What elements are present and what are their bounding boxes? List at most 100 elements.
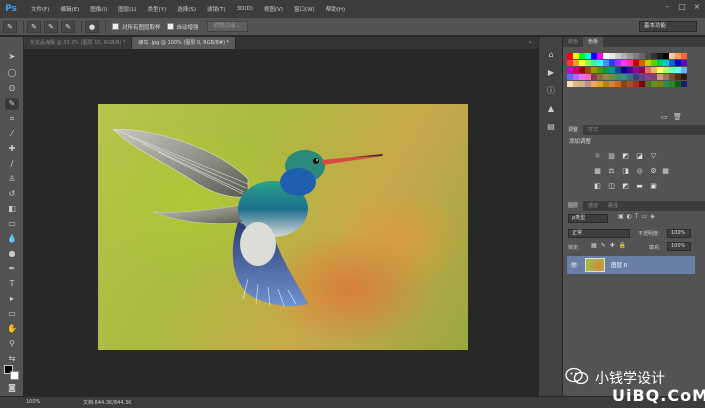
healing-brush-tool-icon[interactable]: ✚ <box>5 143 19 155</box>
zoom-tool-icon[interactable]: ⚲ <box>5 338 19 350</box>
pen-tool-icon[interactable]: ✒ <box>5 263 19 275</box>
canvas-area[interactable] <box>24 49 538 396</box>
gradient-tool-icon[interactable]: ▭ <box>5 218 19 230</box>
sample-all-layers-checkbox[interactable] <box>112 23 119 30</box>
history-brush-tool-icon[interactable]: ↺ <box>5 188 19 200</box>
color-swatch[interactable] <box>681 53 687 59</box>
refine-edge-button[interactable]: 调整边缘... <box>206 21 248 32</box>
gradient-map-icon[interactable]: ▬ <box>635 182 644 191</box>
marquee-tool-icon[interactable]: ◯ <box>5 67 19 79</box>
curves-icon[interactable]: ◩ <box>621 152 630 161</box>
add-selection-icon[interactable]: ✎ <box>44 20 58 33</box>
swap-colors-icon[interactable]: ⇆ <box>5 353 19 365</box>
selective-color-icon[interactable]: ▣ <box>649 182 658 191</box>
move-tool-icon[interactable]: ➤ <box>5 51 19 63</box>
vibrance-icon[interactable]: ▽ <box>649 152 658 161</box>
new-selection-icon[interactable]: ✎ <box>27 20 41 33</box>
tab-styles[interactable]: 样式 <box>583 125 603 135</box>
color-swatch[interactable] <box>681 67 687 73</box>
color-swatch[interactable] <box>681 81 687 87</box>
tools-panel: ➤ ◯ ʘ ✎ ⌗ ⁄ ✚ ∕ ♙ ↺ ◧ ▭ 💧 ● ✒ T ▸ ▭ ✋ ⚲ … <box>0 37 24 396</box>
blend-mode-select[interactable]: 正常 <box>568 229 630 238</box>
eyedropper-tool-icon[interactable]: ⁄ <box>5 128 19 140</box>
quick-selection-tool-icon[interactable]: ✎ <box>5 98 19 110</box>
color-balance-icon[interactable]: ⚖ <box>607 167 616 176</box>
type-tool-icon[interactable]: T <box>5 278 19 290</box>
lock-icons[interactable]: ▦✎✚🔒 <box>591 242 630 249</box>
close-button[interactable]: × <box>692 2 702 12</box>
crop-tool-icon[interactable]: ⌗ <box>5 113 19 125</box>
opacity-input[interactable]: 100% <box>667 229 691 238</box>
menu-file[interactable]: 文件(F) <box>31 5 49 13</box>
black-white-icon[interactable]: ◨ <box>621 167 630 176</box>
channel-mixer-icon[interactable]: ⚙ <box>649 167 658 176</box>
menu-layer[interactable]: 图层(L) <box>118 5 136 13</box>
tab-adjustments[interactable]: 调整 <box>563 125 584 135</box>
menu-edit[interactable]: 编辑(E) <box>60 5 79 13</box>
quick-mask-icon[interactable]: ◙ <box>5 382 19 394</box>
tab-channels[interactable]: 通道 <box>583 201 603 211</box>
delete-swatch-icon[interactable]: 🗑 <box>673 113 682 121</box>
path-selection-tool-icon[interactable]: ▸ <box>5 293 19 305</box>
menu-image[interactable]: 图像(I) <box>90 5 107 13</box>
threshold-icon[interactable]: ◩ <box>621 182 630 191</box>
hummingbird-image[interactable] <box>98 104 468 350</box>
layer-name[interactable]: 图层 0 <box>611 261 627 269</box>
layer-filter-icons[interactable]: ▣◐T▭◈ <box>618 213 658 220</box>
new-swatch-icon[interactable]: ▭ <box>661 113 668 121</box>
subtract-selection-icon[interactable]: ✎ <box>61 20 75 33</box>
menu-select[interactable]: 选择(S) <box>177 5 196 13</box>
eye-icon[interactable]: 👁 <box>569 262 579 269</box>
restore-button[interactable]: □ <box>677 2 687 12</box>
brightness-icon[interactable]: ☼ <box>593 152 602 161</box>
clone-stamp-tool-icon[interactable]: ♙ <box>5 173 19 185</box>
workspace-select[interactable]: 基本功能 <box>639 21 697 32</box>
tab-swatches[interactable]: 色板 <box>583 37 604 47</box>
add-adjustment-label: 添加调整 <box>569 139 592 145</box>
menu-type[interactable]: 类型(Y) <box>148 5 167 13</box>
character-panel-icon[interactable]: ▤ <box>545 121 557 133</box>
menu-help[interactable]: 帮助(H) <box>326 5 345 13</box>
color-swatch[interactable] <box>681 60 687 66</box>
tab-cosmetics-poster[interactable]: 化妆品海报 @ 33.3% (图层 10, RGB/8) * <box>24 37 133 49</box>
menu-3d[interactable]: 3D(D) <box>237 6 253 12</box>
divider <box>81 20 82 33</box>
info-panel-icon[interactable]: ⓘ <box>545 85 557 97</box>
background-color-swatch[interactable] <box>10 371 19 380</box>
lasso-tool-icon[interactable]: ʘ <box>5 83 19 95</box>
history-panel-icon[interactable]: ⌂ <box>545 49 557 61</box>
brush-size-icon[interactable]: ● <box>85 20 99 33</box>
menu-filter[interactable]: 滤镜(T) <box>207 5 226 13</box>
dodge-tool-icon[interactable]: ● <box>5 248 19 260</box>
zoom-level[interactable]: 100% <box>26 399 40 405</box>
auto-enhance-checkbox[interactable] <box>166 23 174 30</box>
minimize-button[interactable]: – <box>662 2 672 12</box>
menu-view[interactable]: 视图(V) <box>264 5 283 13</box>
fill-input[interactable]: 100% <box>667 242 691 251</box>
levels-icon[interactable]: ▥ <box>607 152 616 161</box>
tab-hummingbird[interactable]: 蜂鸟 .jpg @ 100% (图层 0, RGB/8#) * <box>132 37 237 49</box>
invert-icon[interactable]: ◧ <box>593 182 602 191</box>
tab-paths[interactable]: 路径 <box>603 201 623 211</box>
opacity-label: 不透明度: <box>638 231 660 237</box>
actions-panel-icon[interactable]: ▶ <box>545 67 557 79</box>
hand-tool-icon[interactable]: ✋ <box>5 323 19 335</box>
layer-filter-select[interactable]: ρ类型 <box>568 214 608 223</box>
tab-overflow-icon[interactable]: » <box>528 37 532 49</box>
brush-tool-icon[interactable]: ∕ <box>5 158 19 170</box>
menu-window[interactable]: 窗口(W) <box>294 5 315 13</box>
color-swatch[interactable] <box>681 74 687 80</box>
hue-saturation-icon[interactable]: ▦ <box>593 167 602 176</box>
brush-panel-icon[interactable]: ▲ <box>545 103 557 115</box>
blur-tool-icon[interactable]: 💧 <box>5 233 19 245</box>
eraser-tool-icon[interactable]: ◧ <box>5 203 19 215</box>
posterize-icon[interactable]: ◫ <box>607 182 616 191</box>
exposure-icon[interactable]: ◪ <box>635 152 644 161</box>
tab-color[interactable]: 颜色 <box>563 37 583 47</box>
photo-filter-icon[interactable]: ◎ <box>635 167 644 176</box>
tool-preset-icon[interactable]: ✎ <box>3 20 17 33</box>
rectangle-tool-icon[interactable]: ▭ <box>5 308 19 320</box>
layer-row[interactable]: 👁 图层 0 <box>567 256 695 274</box>
tab-layers[interactable]: 图层 <box>563 201 584 211</box>
color-lookup-icon[interactable]: ▦ <box>661 167 670 176</box>
